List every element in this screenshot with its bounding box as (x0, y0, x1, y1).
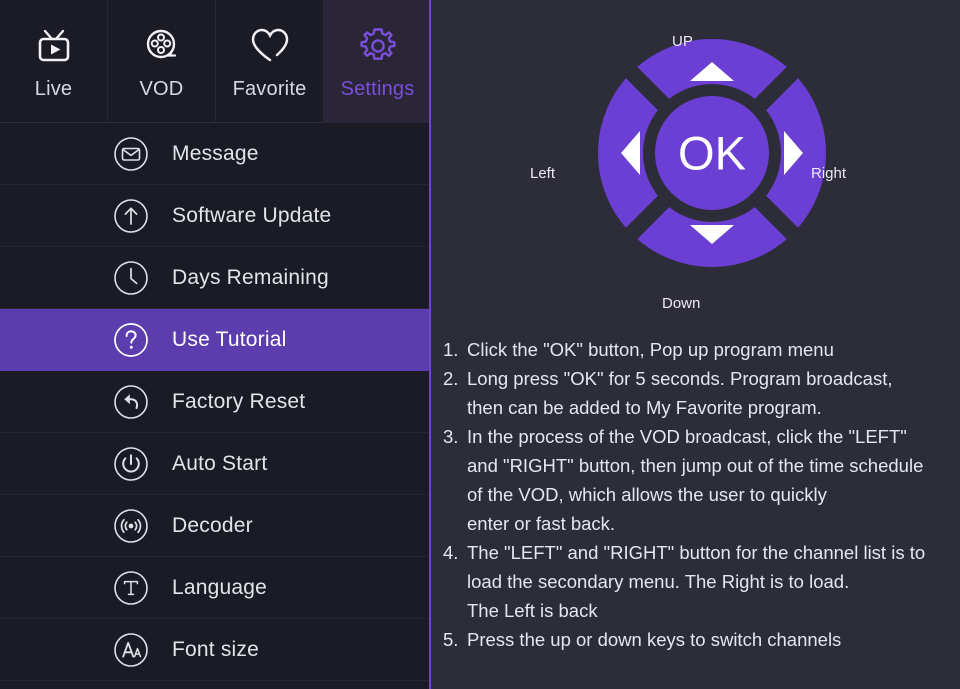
list-item: 2. Long press "OK" for 5 seconds. Progra… (443, 364, 953, 422)
list-item-line: enter or fast back. (467, 513, 616, 534)
sidebar-item-days-remaining[interactable]: Days Remaining (0, 247, 431, 309)
tab-settings[interactable]: Settings (324, 0, 431, 123)
list-item: 5. Press the up or down keys to switch c… (443, 625, 953, 654)
list-item-number: 5. (443, 629, 459, 650)
broadcast-icon (108, 507, 154, 545)
list-item-number: 4. (443, 542, 459, 563)
list-item: 3. In the process of the VOD broadcast, … (443, 422, 953, 538)
sidebar-item-factory-reset[interactable]: Factory Reset (0, 371, 431, 433)
list-item-number: 1. (443, 339, 459, 360)
dpad-up-label: UP (672, 33, 693, 50)
tutorial-instructions: 1. Click the "OK" button, Pop up program… (443, 335, 953, 654)
list-item-number: 3. (443, 426, 459, 447)
list-item-line: and "RIGHT" button, then jump out of the… (467, 455, 924, 476)
list-item-text: Click the "OK" button, Pop up program me… (467, 335, 953, 364)
sidebar-item-label: Use Tutorial (172, 327, 287, 351)
app-root: Live VOD Favorite Settings Message Softw… (0, 0, 960, 689)
list-item-line: Click the "OK" button, Pop up program me… (467, 339, 834, 360)
sidebar-item-message[interactable]: Message (0, 123, 431, 185)
dpad-ok-label: OK (678, 127, 746, 180)
list-item-line: The "LEFT" and "RIGHT" button for the ch… (467, 542, 926, 563)
dpad-right-label: Right (811, 165, 847, 182)
tutorial-panel: OK UP Down Left Right 1. Click the "OK" … (431, 0, 960, 689)
tab-live-label: Live (34, 78, 73, 100)
list-item-line: of the VOD, which allows the user to qui… (467, 484, 827, 505)
tab-live[interactable]: Live (0, 0, 108, 123)
list-item-line: The Left is back (467, 600, 598, 621)
settings-menu-list: Message Software Update Days Remaining U… (0, 123, 431, 689)
settings-sidebar: Live VOD Favorite Settings Message Softw… (0, 0, 431, 689)
list-item-line: load the secondary menu. The Right is to… (467, 571, 850, 592)
heart-icon (246, 22, 294, 70)
top-tabbar: Live VOD Favorite Settings (0, 0, 431, 123)
list-item-line: Press the up or down keys to switch chan… (467, 629, 842, 650)
list-item-line: then can be added to My Favorite program… (467, 397, 822, 418)
sidebar-item-label: Auto Start (172, 451, 268, 475)
tv-play-icon (31, 22, 77, 70)
sidebar-item-label: Language (172, 575, 268, 599)
sidebar-item-font-size[interactable]: Font size (0, 619, 431, 681)
tab-vod[interactable]: VOD (108, 0, 216, 123)
clock-icon (108, 259, 154, 297)
question-icon (108, 321, 154, 359)
list-item-number: 2. (443, 368, 459, 389)
dpad-left-label: Left (530, 165, 556, 182)
list-item-text: Press the up or down keys to switch chan… (467, 625, 953, 654)
tab-favorite[interactable]: Favorite (216, 0, 324, 123)
sidebar-item-label: Message (172, 141, 259, 165)
list-item-text: In the process of the VOD broadcast, cli… (467, 422, 953, 538)
letter-t-icon (108, 569, 154, 607)
film-reel-icon (139, 22, 185, 70)
list-item-text: Long press "OK" for 5 seconds. Program b… (467, 364, 953, 422)
gear-icon (354, 22, 402, 70)
list-item: 4. The "LEFT" and "RIGHT" button for the… (443, 538, 953, 625)
power-icon (108, 445, 154, 483)
pane-divider (429, 0, 431, 689)
sidebar-item-auto-start[interactable]: Auto Start (0, 433, 431, 495)
envelope-icon (108, 135, 154, 173)
sidebar-item-language[interactable]: Language (0, 557, 431, 619)
font-size-icon (108, 631, 154, 669)
sidebar-item-decoder[interactable]: Decoder (0, 495, 431, 557)
sidebar-item-label: Font size (172, 637, 259, 661)
tab-settings-label: Settings (340, 78, 415, 100)
tab-favorite-label: Favorite (232, 78, 307, 100)
list-item: 1. Click the "OK" button, Pop up program… (443, 335, 953, 364)
tab-vod-label: VOD (139, 78, 184, 100)
list-item-line: Long press "OK" for 5 seconds. Program b… (467, 368, 893, 389)
dpad-down-label: Down (662, 295, 701, 312)
list-item-line: In the process of the VOD broadcast, cli… (467, 426, 907, 447)
sidebar-item-label: Factory Reset (172, 389, 306, 413)
undo-arrow-icon (108, 383, 154, 421)
dpad-diagram: OK UP Down Left Right (431, 0, 960, 320)
sidebar-item-label: Software Update (172, 203, 332, 227)
list-item-text: The "LEFT" and "RIGHT" button for the ch… (467, 538, 953, 625)
sidebar-item-use-tutorial[interactable]: Use Tutorial (0, 309, 431, 371)
arrow-up-icon (108, 197, 154, 235)
sidebar-item-software-update[interactable]: Software Update (0, 185, 431, 247)
sidebar-item-label: Decoder (172, 513, 253, 537)
sidebar-item-label: Days Remaining (172, 265, 329, 289)
dpad-graphic: OK (598, 39, 826, 267)
